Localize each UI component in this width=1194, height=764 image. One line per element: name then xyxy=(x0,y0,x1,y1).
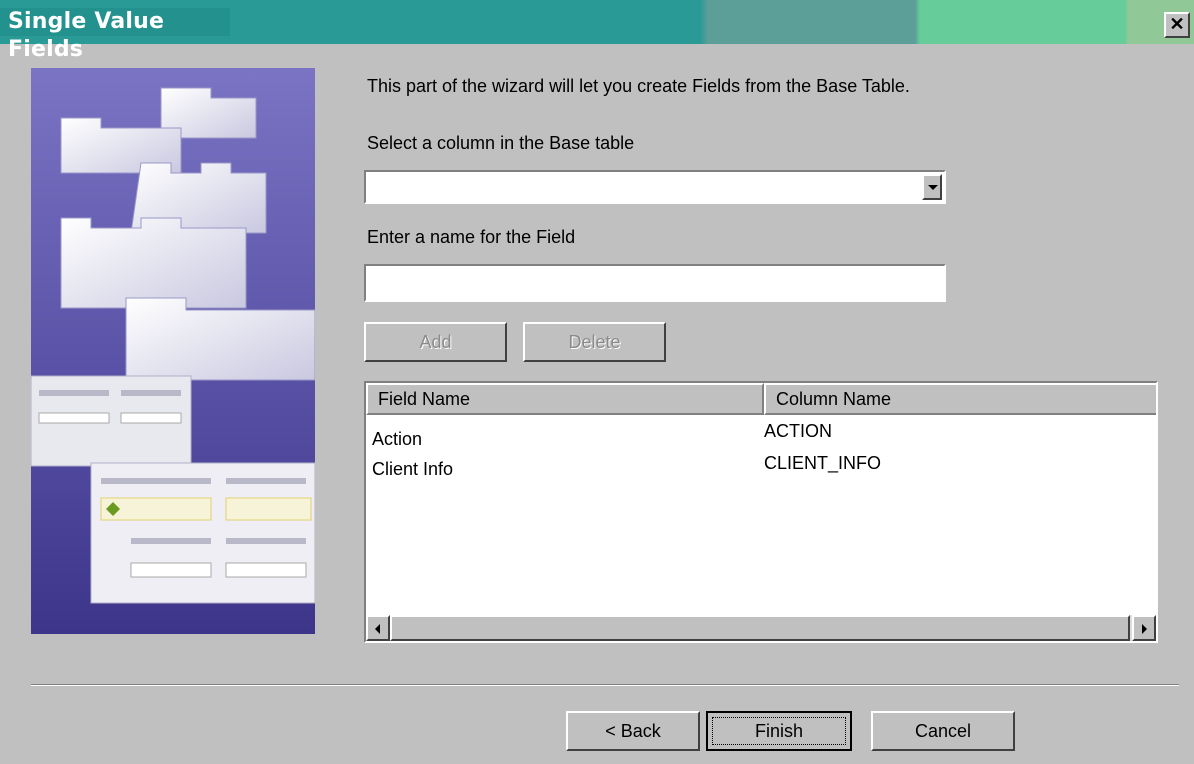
field-name-label: Enter a name for the Field xyxy=(367,227,576,247)
close-button[interactable]: ✕ xyxy=(1164,12,1190,38)
base-column-combobox[interactable] xyxy=(364,170,946,204)
scroll-right-icon[interactable] xyxy=(1132,615,1156,641)
add-button[interactable]: Add xyxy=(364,322,507,362)
cancel-button[interactable]: Cancel xyxy=(871,711,1015,751)
button-separator xyxy=(31,684,1179,686)
finish-button[interactable]: Finish xyxy=(706,711,852,751)
fields-list[interactable]: Field Name Column Name Action ACTION Cli… xyxy=(364,381,1158,643)
title-bar: Single Value Fields ✕ xyxy=(0,0,1194,62)
list-header: Field Name Column Name xyxy=(366,383,1156,415)
field-name-input[interactable] xyxy=(364,264,946,302)
row-column-name: CLIENT_INFO xyxy=(764,453,882,473)
scroll-left-icon[interactable] xyxy=(366,615,390,641)
add-button-label: Add xyxy=(419,332,452,352)
dropdown-arrow-icon[interactable] xyxy=(922,174,942,200)
intro-text: This part of the wizard will let you cre… xyxy=(367,76,910,96)
close-icon: ✕ xyxy=(1169,14,1185,34)
window-title: Single Value Fields xyxy=(0,8,230,62)
column-select-label: Select a column in the Base table xyxy=(367,133,635,153)
row-column-name: ACTION xyxy=(764,421,833,441)
column-header-field-name[interactable]: Field Name xyxy=(366,383,764,415)
back-button-label: < Back xyxy=(605,721,661,741)
delete-button-label: Delete xyxy=(568,332,621,352)
wizard-illustration xyxy=(31,68,315,634)
scrollbar-thumb[interactable] xyxy=(390,615,1130,641)
cancel-button-label: Cancel xyxy=(914,721,972,741)
delete-button[interactable]: Delete xyxy=(523,322,666,362)
row-field-name: Client Info xyxy=(372,459,454,479)
horizontal-scrollbar[interactable] xyxy=(366,615,1156,641)
row-field-name: Action xyxy=(372,429,423,449)
column-header-column-name[interactable]: Column Name xyxy=(764,383,1156,415)
finish-button-label: Finish xyxy=(754,721,803,741)
back-button[interactable]: < Back xyxy=(566,711,700,751)
